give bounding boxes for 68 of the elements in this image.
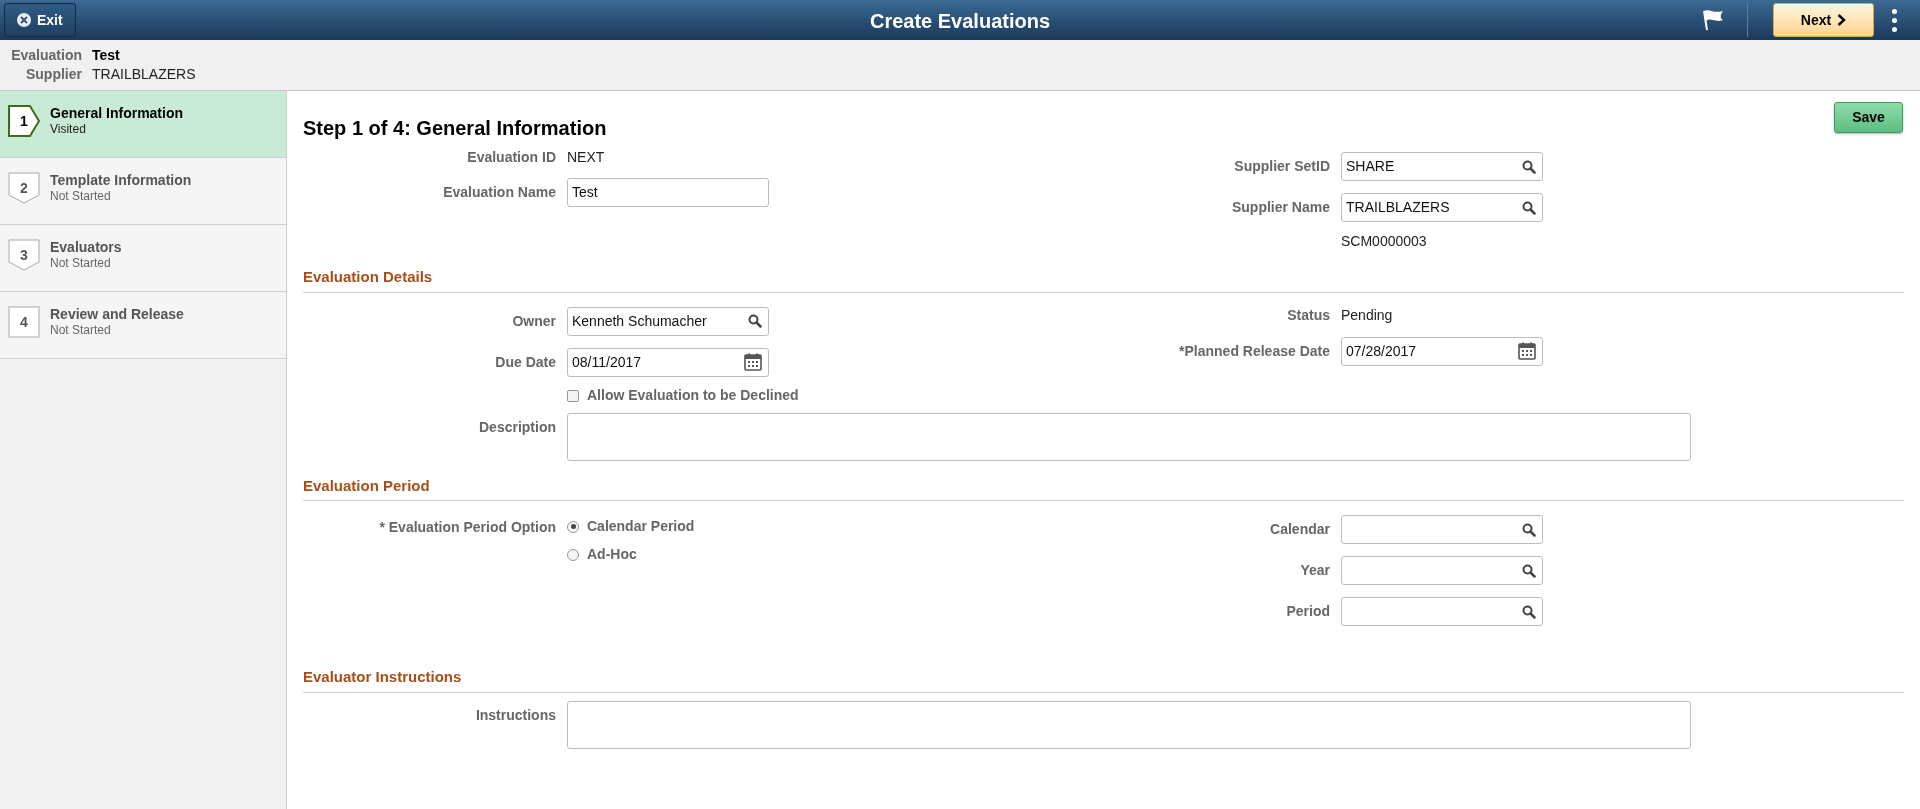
page-header-title: Create Evaluations xyxy=(869,9,1051,34)
radio-label: Calendar Period xyxy=(587,517,695,536)
chevron-right-icon xyxy=(1837,14,1847,26)
field-label: Supplier SetID xyxy=(1233,157,1330,176)
field-label: Due Date xyxy=(494,352,556,372)
lookup-field[interactable]: TRAILBLAZERS xyxy=(1341,193,1543,222)
radio-button[interactable] xyxy=(567,520,579,533)
step-title: Template Information xyxy=(50,172,192,189)
field-label: Owner xyxy=(511,311,556,331)
more-menu-icon[interactable] xyxy=(1892,8,1898,32)
step-title: Review and Release xyxy=(50,306,184,323)
step-title: Evaluators xyxy=(50,239,122,256)
field-label: Supplier Name xyxy=(1230,198,1330,217)
step-marker-icon: 3 xyxy=(8,239,40,271)
lookup-field[interactable]: SHARE xyxy=(1341,152,1543,181)
search-icon[interactable] xyxy=(1522,522,1536,537)
section-heading: Evaluation Details xyxy=(303,266,1904,293)
field-label: Period xyxy=(1285,602,1330,621)
radio-label: Ad-Hoc xyxy=(587,545,637,564)
step-marker-icon: 2 xyxy=(8,172,40,204)
input-field[interactable]: Test xyxy=(567,178,769,207)
supplier-id: SCM0000003 xyxy=(1341,231,1427,251)
radio-button[interactable] xyxy=(567,548,579,561)
lookup-field[interactable] xyxy=(1341,556,1543,585)
exit-button[interactable]: Exit xyxy=(4,3,76,37)
step-status: Not Started xyxy=(50,256,112,271)
date-field[interactable]: 07/28/2017 xyxy=(1341,336,1543,366)
field-value: Pending xyxy=(1341,306,1393,325)
field-label: *Planned Release Date xyxy=(1178,341,1330,361)
lookup-field[interactable]: Kenneth Schumacher xyxy=(567,306,769,336)
step-status: Not Started xyxy=(50,323,112,338)
search-icon[interactable] xyxy=(1522,604,1536,619)
search-icon[interactable] xyxy=(1522,159,1536,174)
close-icon xyxy=(17,13,31,27)
save-button[interactable]: Save xyxy=(1834,102,1903,133)
field-label: * Evaluation Period Option xyxy=(378,518,556,537)
calendar-icon[interactable] xyxy=(744,353,762,371)
step-marker-icon: 4 xyxy=(8,306,40,338)
field-label: Instructions xyxy=(474,705,556,725)
step-marker-icon: 1 xyxy=(8,105,40,137)
search-icon[interactable] xyxy=(1522,563,1536,578)
next-button[interactable]: Next xyxy=(1773,3,1874,37)
step-title: General Information xyxy=(50,105,184,122)
lookup-field[interactable] xyxy=(1341,597,1543,626)
page-title: Step 1 of 4: General Information xyxy=(303,116,607,140)
field-label: Description xyxy=(478,417,556,437)
lookup-field[interactable] xyxy=(1341,515,1543,544)
field-label: Evaluation ID xyxy=(466,147,556,167)
field-label: Evaluation Name xyxy=(442,183,556,202)
search-icon[interactable] xyxy=(1522,200,1536,215)
context-label: Supplier xyxy=(25,65,82,84)
search-icon[interactable] xyxy=(748,314,762,328)
context-value: Test xyxy=(92,46,121,65)
checkbox-label: Allow Evaluation to be Declined xyxy=(587,386,799,405)
step-status: Visited xyxy=(50,122,87,137)
field-label: Calendar xyxy=(1269,520,1330,539)
step-item[interactable]: 1 General Information Visited xyxy=(0,91,286,158)
field-value: NEXT xyxy=(567,147,605,167)
section-heading: Evaluator Instructions xyxy=(303,666,1904,693)
section-heading: Evaluation Period xyxy=(303,474,1904,501)
field-label: Status xyxy=(1286,306,1330,325)
context-label: Evaluation xyxy=(10,46,82,65)
calendar-icon[interactable] xyxy=(1518,342,1536,360)
date-field[interactable]: 08/11/2017 xyxy=(567,347,769,377)
checkbox[interactable] xyxy=(567,389,579,402)
field-label: Year xyxy=(1299,561,1330,580)
context-value: TRAILBLAZERS xyxy=(92,65,197,84)
step-status: Not Started xyxy=(50,189,112,204)
